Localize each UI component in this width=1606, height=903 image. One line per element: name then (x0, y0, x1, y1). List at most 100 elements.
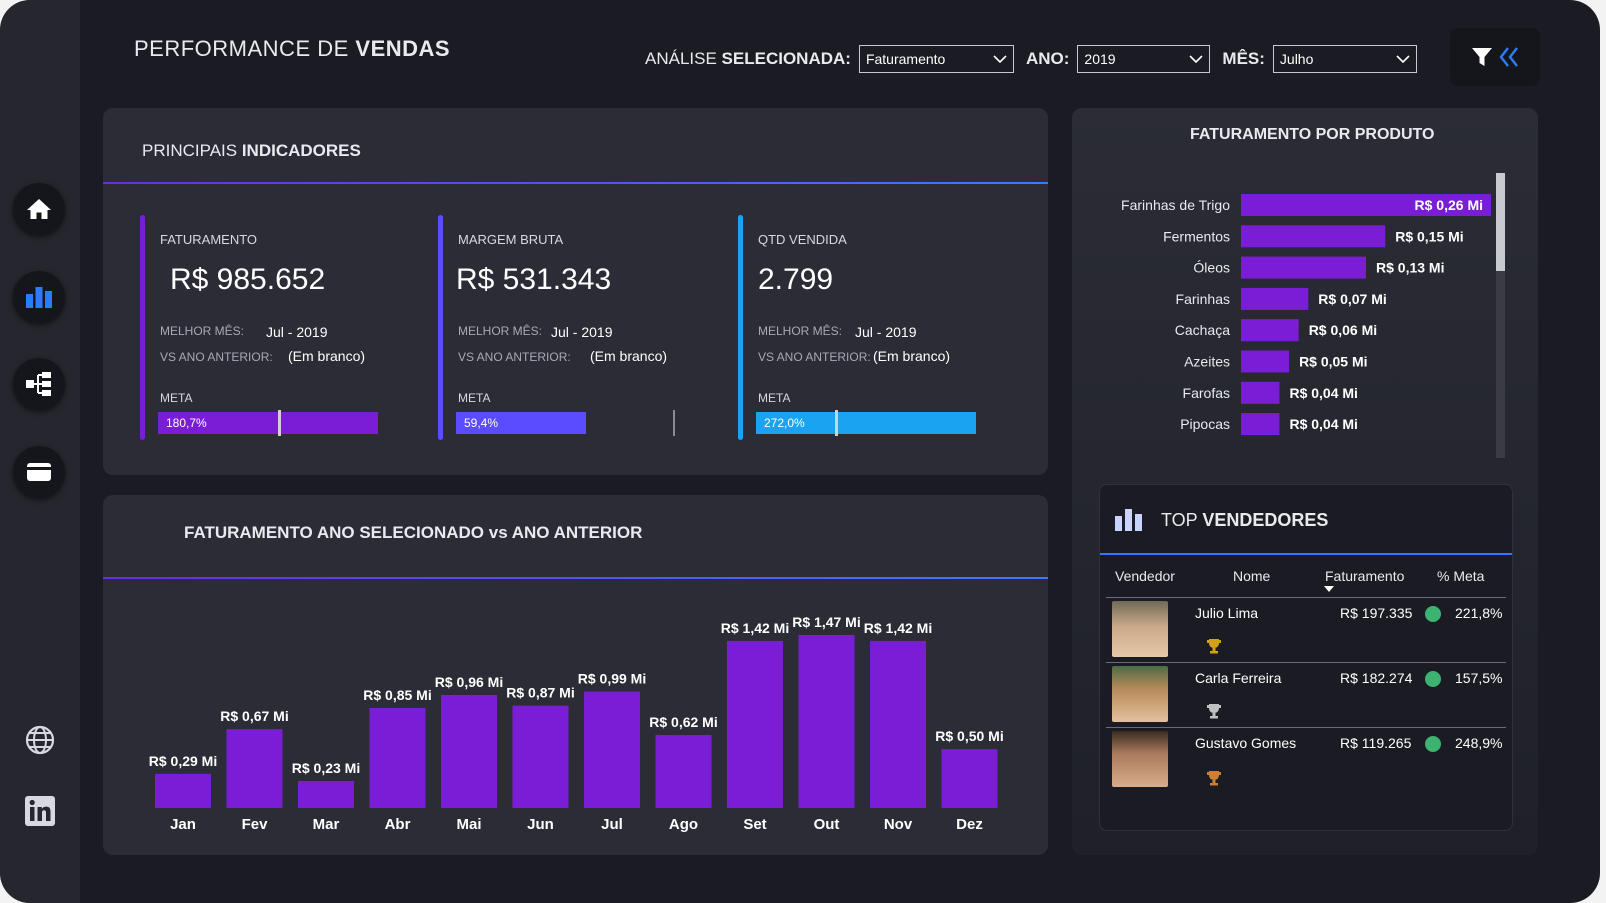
kpi-card-qtd: QTD VENDIDA 2.799 MELHOR MÊS: Jul - 2019… (738, 215, 998, 440)
trophy-icon (1207, 771, 1221, 786)
bar-dez[interactable] (941, 749, 998, 808)
bar-jun[interactable] (512, 705, 569, 808)
year-select[interactable]: 2019 (1077, 45, 1211, 73)
x-tick-label: Jul (601, 816, 623, 833)
top-sellers-card: TOP VENDEDORES Vendedor Nome Faturamento… (1099, 484, 1513, 831)
top-sellers-title-light: TOP (1161, 510, 1203, 530)
bar-abr[interactable] (369, 707, 426, 808)
product-category-label: Pipocas (1180, 416, 1230, 432)
bar-fev[interactable] (226, 729, 283, 808)
table-row[interactable]: Gustavo Gomes R$ 119.265 248,9% (1100, 728, 1512, 792)
scrollbar-thumb[interactable] (1496, 173, 1505, 271)
card-icon (27, 463, 51, 481)
month-select[interactable]: Julho (1272, 45, 1417, 73)
table-row[interactable]: Julio Lima R$ 197.335 221,8% (1100, 598, 1512, 663)
filter-bar: ANÁLISE SELECIONADA: Faturamento ANO: 20… (645, 40, 1429, 78)
kpi-label: MARGEM BRUTA (458, 232, 564, 247)
month-select-value: Julho (1279, 51, 1314, 67)
nav-hierarchy-button[interactable] (13, 358, 65, 410)
product-category-label: Óleos (1193, 260, 1230, 276)
analysis-label: ANÁLISE SELECIONADA: (645, 49, 851, 69)
home-icon (27, 199, 51, 219)
product-value-label: R$ 0,06 Mi (1309, 322, 1377, 338)
meta-target-marker (673, 410, 675, 436)
kpi-value: R$ 985.652 (170, 263, 326, 296)
kpi-card-faturamento: FATURAMENTO R$ 985.652 MELHOR MÊS: Jul -… (140, 215, 400, 440)
meta-label: META (458, 391, 491, 405)
bar-ago[interactable] (655, 735, 712, 808)
avatar (1112, 601, 1168, 657)
seller-revenue: R$ 182.274 (1340, 670, 1413, 686)
bar-jul[interactable] (584, 691, 640, 808)
seller-meta: 221,8% (1455, 605, 1503, 621)
seller-name: Gustavo Gomes (1195, 735, 1297, 751)
col-header-nome[interactable]: Nome (1233, 568, 1270, 584)
bar-value-label: R$ 0,23 Mi (292, 760, 360, 776)
x-tick-label: Out (814, 816, 840, 833)
bar-mai[interactable] (441, 695, 497, 808)
filter-panel-toggle[interactable] (1450, 28, 1540, 86)
x-tick-label: Jan (170, 816, 196, 833)
kpi-label: FATURAMENTO (160, 232, 258, 247)
product-value-label: R$ 0,07 Mi (1318, 291, 1386, 307)
chevron-down-icon (1396, 55, 1410, 63)
nav-home-button[interactable] (13, 183, 65, 235)
page-title: PERFORMANCE DE VENDAS (134, 36, 450, 62)
product-bar[interactable] (1241, 225, 1386, 248)
sidebar (0, 0, 80, 903)
product-bar[interactable] (1241, 381, 1280, 404)
col-header-meta[interactable]: % Meta (1437, 568, 1484, 584)
vs-prev-value: (Em branco) (873, 348, 951, 364)
product-category-label: Cachaça (1175, 322, 1230, 338)
x-tick-label: Abr (385, 816, 411, 833)
col-header-faturamento[interactable]: Faturamento (1325, 568, 1404, 584)
kpi-accent-bar (438, 215, 443, 440)
analysis-label-light: ANÁLISE (645, 49, 722, 68)
product-bar[interactable] (1241, 287, 1309, 310)
bar-set[interactable] (727, 640, 783, 808)
table-row[interactable]: Carla Ferreira R$ 182.274 157,5% (1100, 663, 1512, 728)
chevron-down-icon (993, 55, 1007, 63)
linkedin-button[interactable] (22, 793, 58, 829)
bar-jan[interactable] (155, 773, 211, 808)
bar-value-label: R$ 1,42 Mi (864, 620, 932, 636)
product-bar[interactable] (1241, 413, 1280, 436)
best-month-value: Jul - 2019 (551, 324, 613, 340)
bar-nov[interactable] (870, 640, 926, 808)
bar-value-label: R$ 1,47 Mi (792, 614, 860, 630)
best-month-label: MELHOR MÊS: (458, 324, 543, 338)
product-value-label: R$ 0,04 Mi (1289, 416, 1357, 432)
product-value-label: R$ 0,04 Mi (1289, 385, 1357, 401)
meta-label: META (160, 391, 193, 405)
nav-card-button[interactable] (13, 446, 65, 498)
kpi-value: 2.799 (758, 263, 834, 296)
analysis-select[interactable]: Faturamento (858, 45, 1014, 73)
bar-value-label: R$ 0,62 Mi (649, 714, 717, 730)
nav-sales-button[interactable] (13, 271, 65, 323)
kpi-divider (103, 182, 1048, 184)
vs-prev-value: (Em branco) (288, 348, 366, 364)
product-bar[interactable] (1241, 256, 1366, 279)
product-bar[interactable] (1241, 350, 1290, 373)
vs-prev-value: (Em branco) (590, 348, 668, 364)
product-category-label: Farofas (1183, 385, 1230, 401)
bar-mar[interactable] (298, 780, 354, 808)
kpi-title-light: PRINCIPAIS (142, 141, 242, 160)
globe-icon (25, 725, 55, 755)
product-value-label: R$ 0,05 Mi (1299, 354, 1367, 370)
chevron-down-icon (1189, 55, 1203, 63)
top-sellers-title-bold: VENDEDORES (1202, 510, 1329, 530)
double-chevron-left-icon (1499, 47, 1518, 67)
col-header-vendedor[interactable]: Vendedor (1115, 568, 1175, 584)
globe-button[interactable] (22, 722, 58, 758)
best-month-value: Jul - 2019 (855, 324, 917, 340)
top-sellers-title: TOP VENDEDORES (1161, 510, 1328, 531)
product-bar[interactable] (1241, 319, 1299, 342)
bar-out[interactable] (798, 635, 855, 808)
monthly-bar-chart: R$ 0,29 Mi Jan R$ 0,67 Mi Fev R$ 0,23 Mi Mar R… (149, 614, 1004, 833)
meta-target-marker (835, 410, 838, 436)
product-scrollbar[interactable] (1496, 173, 1505, 458)
best-month-label: MELHOR MÊS: (160, 324, 245, 338)
kpi-panel-title: PRINCIPAIS INDICADORES (142, 141, 361, 161)
seller-meta: 248,9% (1455, 735, 1503, 751)
